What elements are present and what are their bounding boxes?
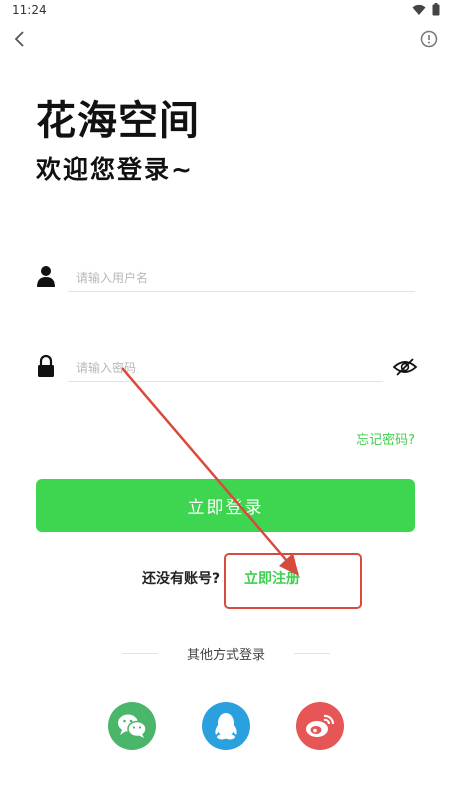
back-arrow-icon[interactable]: [10, 28, 32, 50]
eye-off-icon[interactable]: [392, 356, 418, 378]
wechat-icon: [118, 714, 147, 738]
lock-icon: [38, 354, 54, 377]
weibo-login-button[interactable]: [296, 702, 344, 750]
password-input[interactable]: [68, 354, 383, 382]
app-title: 花海空间: [36, 98, 200, 144]
welcome-text: 欢迎您登录~: [36, 155, 194, 184]
other-login-row: 其他方式登录: [122, 643, 330, 663]
status-bar: 11:24: [0, 0, 450, 22]
qq-icon: [215, 713, 237, 740]
no-account-text: 还没有账号?: [142, 571, 221, 587]
divider-right: [293, 652, 330, 654]
wechat-login-button[interactable]: [108, 702, 156, 750]
info-circle-icon[interactable]: [418, 28, 440, 50]
other-login-label: 其他方式登录: [186, 647, 265, 663]
forgot-password-link[interactable]: 忘记密码?: [356, 429, 415, 448]
battery-icon: [432, 3, 440, 16]
annotation-box: [224, 553, 362, 609]
username-input[interactable]: [68, 264, 415, 292]
qq-login-button[interactable]: [202, 702, 250, 750]
login-button[interactable]: 立即登录: [36, 479, 415, 532]
status-time: 11:24: [12, 3, 47, 17]
divider-left: [122, 652, 158, 654]
status-icons: [412, 3, 440, 16]
user-icon: [37, 266, 55, 287]
wifi-icon: [412, 4, 426, 15]
weibo-icon: [306, 714, 335, 737]
